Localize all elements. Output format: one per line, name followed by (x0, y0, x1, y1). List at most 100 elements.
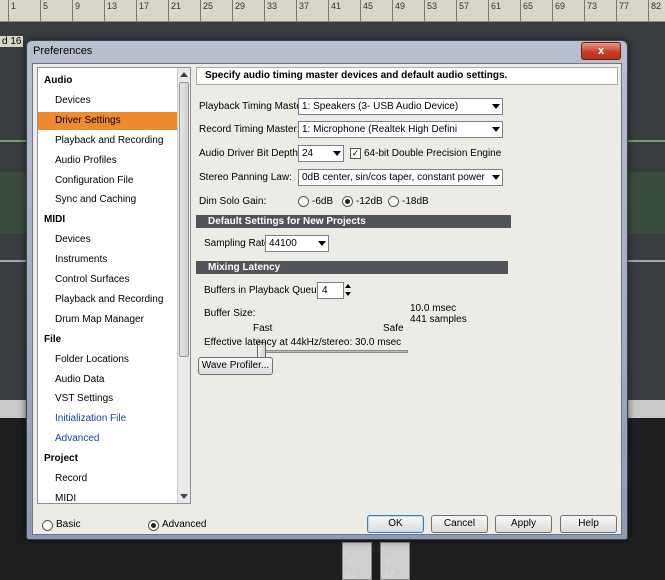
tree-item[interactable]: Sync and Caching (38, 191, 178, 209)
ruler-tick-label: 53 (427, 1, 438, 11)
timeline-ruler: 1 5 9 13 17 21 25 29 33 37 41 45 49 53 57 61 65 69 73 77 82 (0, 0, 665, 22)
scroll-down-icon[interactable] (180, 494, 188, 499)
ruler-tick (456, 0, 457, 21)
ruler-tick (136, 0, 137, 21)
tree-item[interactable]: Playback and Recording (38, 291, 178, 309)
tree-item[interactable]: Devices (38, 92, 178, 110)
ruler-tick-label: 21 (171, 1, 182, 11)
cancel-button[interactable]: Cancel (431, 515, 488, 533)
fader-label: -12 (343, 569, 357, 579)
tree-item[interactable]: Instruments (38, 251, 178, 269)
tree-category[interactable]: Audio (38, 72, 178, 90)
tree-item[interactable]: Audio Profiles (38, 152, 178, 170)
tree-item[interactable]: Initialization File (38, 410, 178, 428)
tree-item[interactable]: Control Surfaces (38, 271, 178, 289)
ruler-tick (616, 0, 617, 21)
ruler-tick (648, 0, 649, 21)
fader-label: -12 (381, 569, 395, 579)
spin-up-icon[interactable] (345, 284, 351, 288)
ruler-tick (40, 0, 41, 21)
ruler-tick-label: 82 (651, 1, 662, 11)
record-timing-master-select[interactable]: 1: Microphone (Realtek High Defini (298, 121, 503, 138)
close-button[interactable]: x (581, 42, 621, 60)
bit-depth-label: Audio Driver Bit Depth: (199, 148, 301, 159)
ruler-tick (72, 0, 73, 21)
default-settings-section-header: Default Settings for New Projects (196, 215, 511, 228)
ruler-tick (200, 0, 201, 21)
tree-item[interactable]: Configuration File (38, 172, 178, 190)
tree-item[interactable]: Devices (38, 231, 178, 249)
ruler-tick-label: 5 (43, 1, 49, 11)
bit-depth-select[interactable]: 24 (298, 145, 344, 162)
close-icon: x (597, 45, 605, 57)
buffer-size-slider[interactable] (262, 350, 408, 353)
panning-law-value: 0dB center, sin/cos taper, constant powe… (302, 172, 485, 183)
tree-item[interactable]: Driver Settings (38, 111, 178, 130)
wave-profiler-button[interactable]: Wave Profiler... (198, 357, 273, 375)
ruler-tick (488, 0, 489, 21)
ruler-tick-label: 65 (523, 1, 534, 11)
ok-button[interactable]: OK (367, 515, 424, 533)
dialog-body: Audio Devices Driver Settings Playback and … (32, 63, 622, 535)
playback-timing-master-label: Playback Timing Master: (199, 101, 308, 112)
dim-solo-option-label: -18dB (402, 196, 429, 207)
tree-item[interactable]: Record (38, 470, 178, 488)
ruler-tick (520, 0, 521, 21)
tree-item[interactable]: Advanced (38, 430, 178, 448)
ruler-tick-label: 1 (11, 1, 17, 11)
dim-solo-radio-6[interactable] (298, 196, 309, 207)
tree-item[interactable]: Folder Locations (38, 351, 178, 369)
tree-category[interactable]: MIDI (38, 211, 178, 229)
dim-solo-option-label: -6dB (312, 196, 334, 207)
tree-item[interactable]: VST Settings (38, 390, 178, 408)
tree-category[interactable]: File (38, 331, 178, 349)
playback-timing-master-value: 1: Speakers (3- USB Audio Device) (302, 101, 459, 112)
tree-item[interactable]: Playback and Recording (38, 132, 178, 150)
basic-mode-radio[interactable] (42, 520, 53, 531)
apply-button[interactable]: Apply (495, 515, 552, 533)
ruler-tick-label: 41 (331, 1, 342, 11)
double-precision-label: 64-bit Double Precision Engine (364, 148, 502, 159)
ruler-tick (264, 0, 265, 21)
buffers-label: Buffers in Playback Queue: (204, 285, 325, 296)
sampling-rate-value: 44100 (269, 238, 297, 249)
tree-category[interactable]: Project (38, 450, 178, 468)
ruler-tick (168, 0, 169, 21)
bit-depth-value: 24 (302, 148, 314, 159)
buffers-input[interactable]: 4 (317, 282, 344, 299)
buffer-msec: 10.0 msec (410, 303, 457, 314)
playback-timing-master-select[interactable]: 1: Speakers (3- USB Audio Device) (298, 98, 503, 115)
panel-description: Specify audio timing master devices and … (196, 67, 618, 85)
track-label: d 16 (0, 36, 24, 47)
tree-scrollbar[interactable] (177, 68, 190, 503)
sampling-rate-select[interactable]: 44100 (265, 235, 329, 252)
panning-law-label: Stereo Panning Law: (199, 172, 292, 183)
help-button[interactable]: Help (560, 515, 617, 533)
panning-law-select[interactable]: 0dB center, sin/cos taper, constant powe… (298, 169, 503, 186)
scroll-up-icon[interactable] (180, 72, 188, 77)
ruler-tick-label: 57 (459, 1, 470, 11)
tree-item[interactable]: Audio Data (38, 371, 178, 389)
ruler-tick-label: 73 (587, 1, 598, 11)
dim-solo-radio-12[interactable] (342, 196, 353, 207)
title-bar[interactable]: Preferences x (27, 41, 627, 63)
dim-solo-option-label: -12dB (356, 196, 383, 207)
ruler-tick (584, 0, 585, 21)
ruler-tick-label: 13 (107, 1, 118, 11)
ruler-tick-label: 9 (75, 1, 81, 11)
tree-item[interactable]: Drum Map Manager (38, 311, 178, 329)
fader-label: -6 (383, 557, 392, 567)
dim-solo-radio-18[interactable] (388, 196, 399, 207)
record-timing-master-label: Record Timing Master: (199, 124, 300, 135)
spin-down-icon[interactable] (345, 292, 351, 296)
buffer-samples: 441 samples (410, 314, 467, 325)
advanced-mode-radio[interactable] (148, 520, 159, 531)
tree-item[interactable]: MIDI (38, 490, 178, 503)
double-precision-checkbox[interactable]: ✓ (350, 148, 361, 159)
mixing-latency-section-header: Mixing Latency (196, 261, 508, 274)
scroll-thumb[interactable] (179, 82, 189, 357)
ruler-tick-label: 61 (491, 1, 502, 11)
ruler-tick-label: 25 (203, 1, 214, 11)
ruler-tick (424, 0, 425, 21)
buffers-spinner[interactable] (344, 282, 352, 299)
